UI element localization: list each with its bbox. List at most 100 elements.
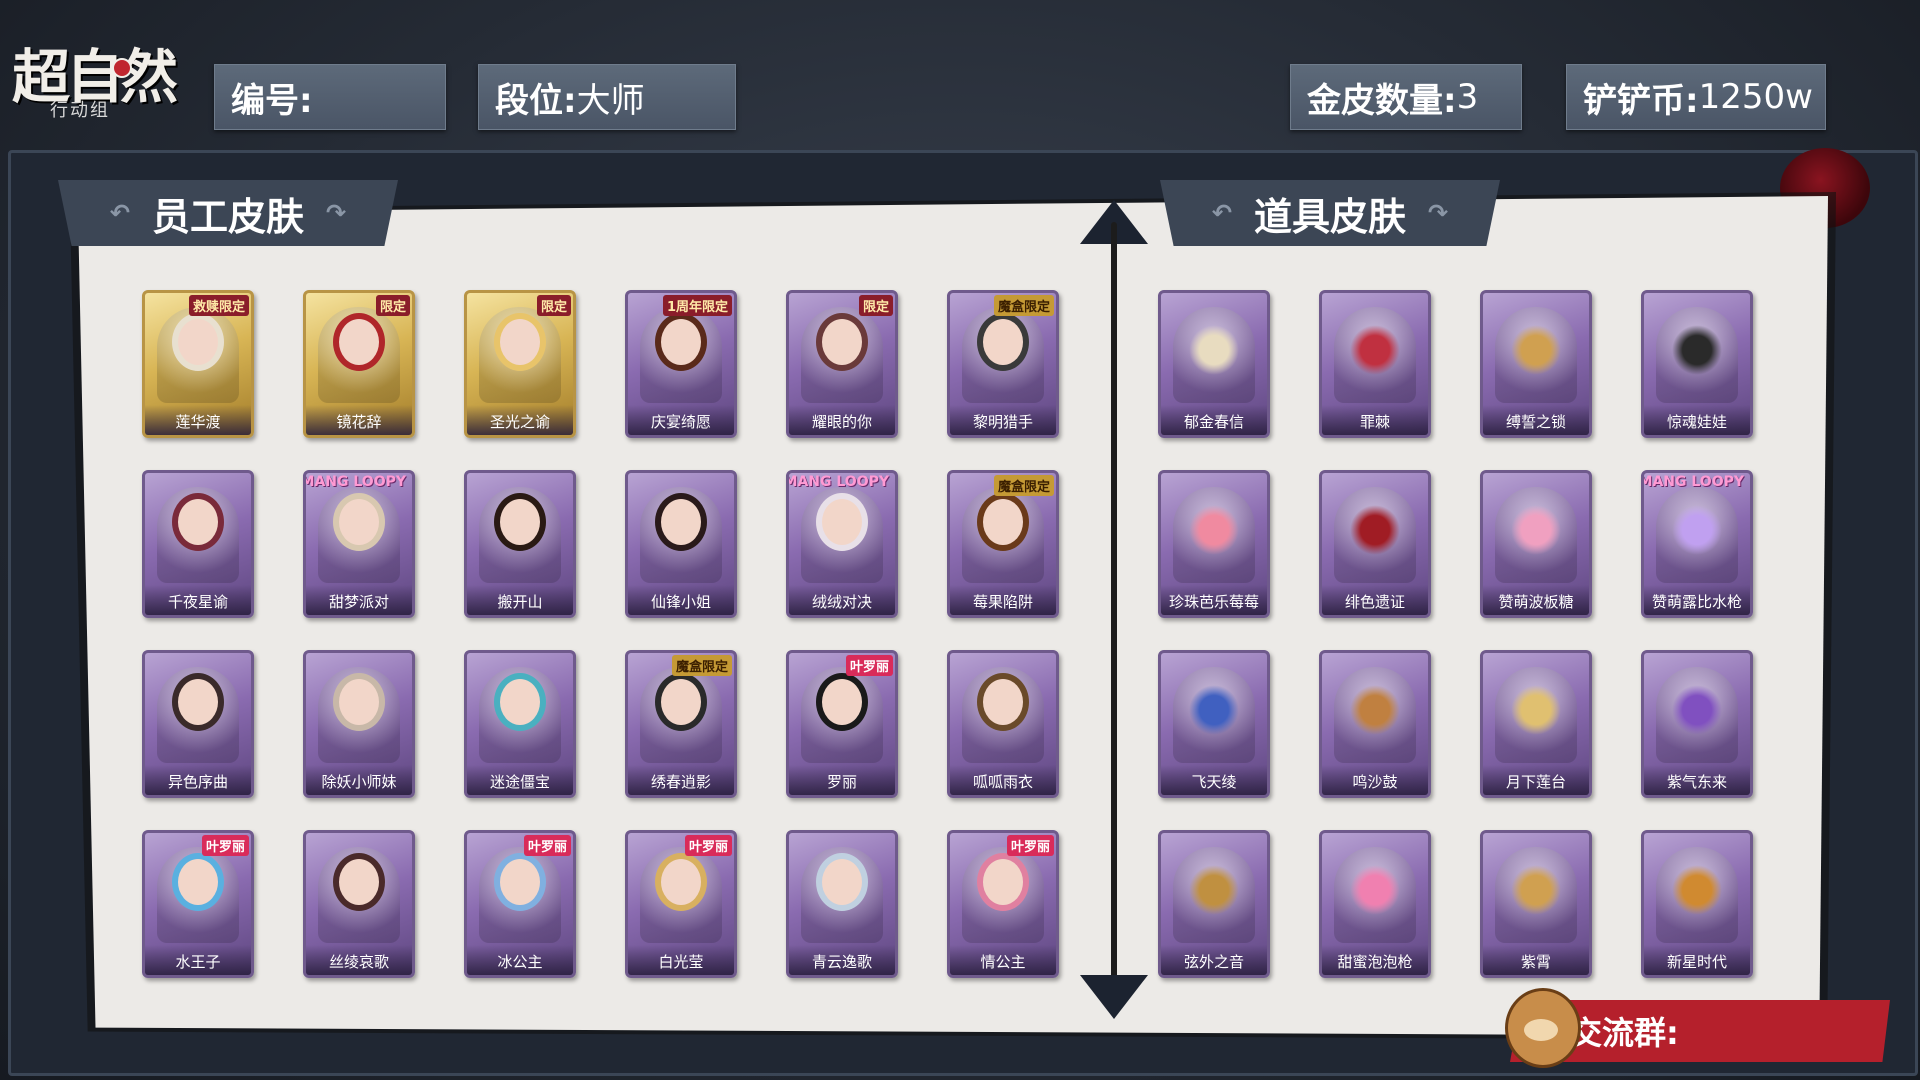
character-portrait bbox=[500, 859, 540, 905]
rank-box: 段位: 大师 bbox=[478, 64, 736, 130]
limited-badge: 叶罗丽 bbox=[845, 655, 893, 676]
staff-skin-card[interactable]: 搬开山 bbox=[464, 470, 576, 618]
limited-badge: 叶罗丽 bbox=[523, 835, 571, 856]
limited-badge: ZANMANG LOOPY bbox=[1641, 474, 1744, 490]
staff-skin-card[interactable]: 魔盒限定 绣春逍影 bbox=[625, 650, 737, 798]
staff-skin-card[interactable]: 千夜星谕 bbox=[142, 470, 254, 618]
limited-badge: 1周年限定 bbox=[662, 295, 732, 316]
staff-skin-card[interactable]: 青云逸歌 bbox=[786, 830, 898, 978]
item-image bbox=[1511, 863, 1561, 923]
item-skin-card[interactable]: ZANMANG LOOPY 赞萌露比水枪 bbox=[1641, 470, 1753, 618]
skin-name: 仙锋小姐 bbox=[628, 585, 734, 615]
staff-skin-card[interactable]: 异色序曲 bbox=[142, 650, 254, 798]
group-label: 交流群: bbox=[1570, 1014, 1679, 1052]
limited-badge: 叶罗丽 bbox=[1006, 835, 1054, 856]
character-portrait bbox=[661, 319, 701, 365]
character-portrait bbox=[983, 679, 1023, 725]
item-image bbox=[1672, 863, 1722, 923]
skin-name: 甜梦派对 bbox=[306, 585, 412, 615]
item-skin-card[interactable]: 月下莲台 bbox=[1480, 650, 1592, 798]
staff-skin-card[interactable]: 叶罗丽情公主 bbox=[947, 830, 1059, 978]
rank-label: 段位: bbox=[495, 80, 577, 121]
skin-name: 月下莲台 bbox=[1483, 765, 1589, 795]
skin-name: 罪棘 bbox=[1322, 405, 1428, 435]
item-skin-card[interactable]: 紫气东来 bbox=[1641, 650, 1753, 798]
staff-skin-card[interactable]: ZANMANG LOOPY 甜梦派对 bbox=[303, 470, 415, 618]
character-portrait bbox=[822, 859, 862, 905]
character-portrait bbox=[822, 319, 862, 365]
staff-skin-card[interactable]: 限定 耀眼的你 bbox=[786, 290, 898, 438]
staff-skin-card[interactable]: 限定 镜花辞 bbox=[303, 290, 415, 438]
id-box: 编号: bbox=[214, 64, 446, 130]
staff-skin-card[interactable]: 1周年限定 庆宴绮愿 bbox=[625, 290, 737, 438]
staff-skin-card[interactable]: 丝绫哀歌 bbox=[303, 830, 415, 978]
character-portrait bbox=[661, 859, 701, 905]
item-image bbox=[1189, 683, 1239, 743]
logo: 超自然 行动组 bbox=[12, 30, 212, 125]
skin-name: 莓果陷阱 bbox=[950, 585, 1056, 615]
skin-name: 呱呱雨衣 bbox=[950, 765, 1056, 795]
character-portrait bbox=[339, 679, 379, 725]
item-image bbox=[1189, 503, 1239, 563]
staff-skin-card[interactable]: 魔盒限定 黎明猎手 bbox=[947, 290, 1059, 438]
staff-skin-card[interactable]: 迷途僵宝 bbox=[464, 650, 576, 798]
skin-name: 罗丽 bbox=[789, 765, 895, 795]
staff-section-title: ↶ 员工皮肤 ↷ bbox=[58, 180, 398, 246]
item-skin-card[interactable]: 缚誓之锁 bbox=[1480, 290, 1592, 438]
character-portrait bbox=[178, 319, 218, 365]
character-portrait bbox=[983, 499, 1023, 545]
limited-badge: 救赎限定 bbox=[188, 295, 249, 316]
item-image bbox=[1350, 683, 1400, 743]
item-skin-card[interactable]: 甜蜜泡泡枪 bbox=[1319, 830, 1431, 978]
curl-left-icon: ↶ bbox=[109, 199, 130, 227]
limited-badge: 魔盒限定 bbox=[993, 295, 1054, 316]
curl-right-icon: ↷ bbox=[1428, 199, 1449, 227]
eye-icon bbox=[112, 58, 132, 78]
staff-skin-card[interactable]: 救赎限定 莲华渡 bbox=[142, 290, 254, 438]
rank-value: 大师 bbox=[576, 80, 645, 121]
item-skin-card[interactable]: 珍珠芭乐莓莓 bbox=[1158, 470, 1270, 618]
coin-box: 铲铲币: 1250w bbox=[1566, 64, 1826, 130]
item-skin-card[interactable]: 弦外之音 bbox=[1158, 830, 1270, 978]
skin-name: 甜蜜泡泡枪 bbox=[1322, 945, 1428, 975]
skin-name: 郁金春信 bbox=[1161, 405, 1267, 435]
staff-skin-card[interactable]: ZANMANG LOOPY 绒绒对决 bbox=[786, 470, 898, 618]
item-image bbox=[1350, 503, 1400, 563]
limited-badge: 叶罗丽 bbox=[201, 835, 249, 856]
skin-name: 绣春逍影 bbox=[628, 765, 734, 795]
arrow-down-icon bbox=[1080, 975, 1148, 1019]
item-skin-card[interactable]: 绯色遗证 bbox=[1319, 470, 1431, 618]
item-image bbox=[1189, 323, 1239, 383]
item-section-title: ↶ 道具皮肤 ↷ bbox=[1160, 180, 1500, 246]
limited-badge: 魔盒限定 bbox=[993, 475, 1054, 496]
staff-skin-card[interactable]: 呱呱雨衣 bbox=[947, 650, 1059, 798]
skin-name: 耀眼的你 bbox=[789, 405, 895, 435]
skin-name: 情公主 bbox=[950, 945, 1056, 975]
item-skin-card[interactable]: 郁金春信 bbox=[1158, 290, 1270, 438]
staff-skin-card[interactable]: 限定 圣光之谕 bbox=[464, 290, 576, 438]
skin-name: 丝绫哀歌 bbox=[306, 945, 412, 975]
section-divider bbox=[1111, 222, 1117, 992]
coin-value: 1250w bbox=[1698, 77, 1813, 117]
skin-name: 紫霄 bbox=[1483, 945, 1589, 975]
item-skin-card[interactable]: 赞萌波板糖 bbox=[1480, 470, 1592, 618]
limited-badge: 限定 bbox=[536, 295, 571, 316]
item-image bbox=[1672, 683, 1722, 743]
item-skin-card[interactable]: 新星时代 bbox=[1641, 830, 1753, 978]
character-portrait bbox=[500, 319, 540, 365]
item-image bbox=[1350, 323, 1400, 383]
character-portrait bbox=[822, 499, 862, 545]
staff-skin-card[interactable]: 叶罗丽 白光莹 bbox=[625, 830, 737, 978]
staff-skin-card[interactable]: 仙锋小姐 bbox=[625, 470, 737, 618]
item-skin-card[interactable]: 罪棘 bbox=[1319, 290, 1431, 438]
item-skin-card[interactable]: 飞天绫 bbox=[1158, 650, 1270, 798]
item-skin-card[interactable]: 紫霄 bbox=[1480, 830, 1592, 978]
staff-section-label: 员工皮肤 bbox=[151, 194, 304, 239]
staff-skin-card[interactable]: 魔盒限定莓果陷阱 bbox=[947, 470, 1059, 618]
staff-skin-card[interactable]: 叶罗丽 冰公主 bbox=[464, 830, 576, 978]
item-skin-card[interactable]: 惊魂娃娃 bbox=[1641, 290, 1753, 438]
staff-skin-card[interactable]: 除妖小师妹 bbox=[303, 650, 415, 798]
staff-skin-card[interactable]: 叶罗丽 水王子 bbox=[142, 830, 254, 978]
item-skin-card[interactable]: 鸣沙鼓 bbox=[1319, 650, 1431, 798]
staff-skin-card[interactable]: 叶罗丽罗丽 bbox=[786, 650, 898, 798]
